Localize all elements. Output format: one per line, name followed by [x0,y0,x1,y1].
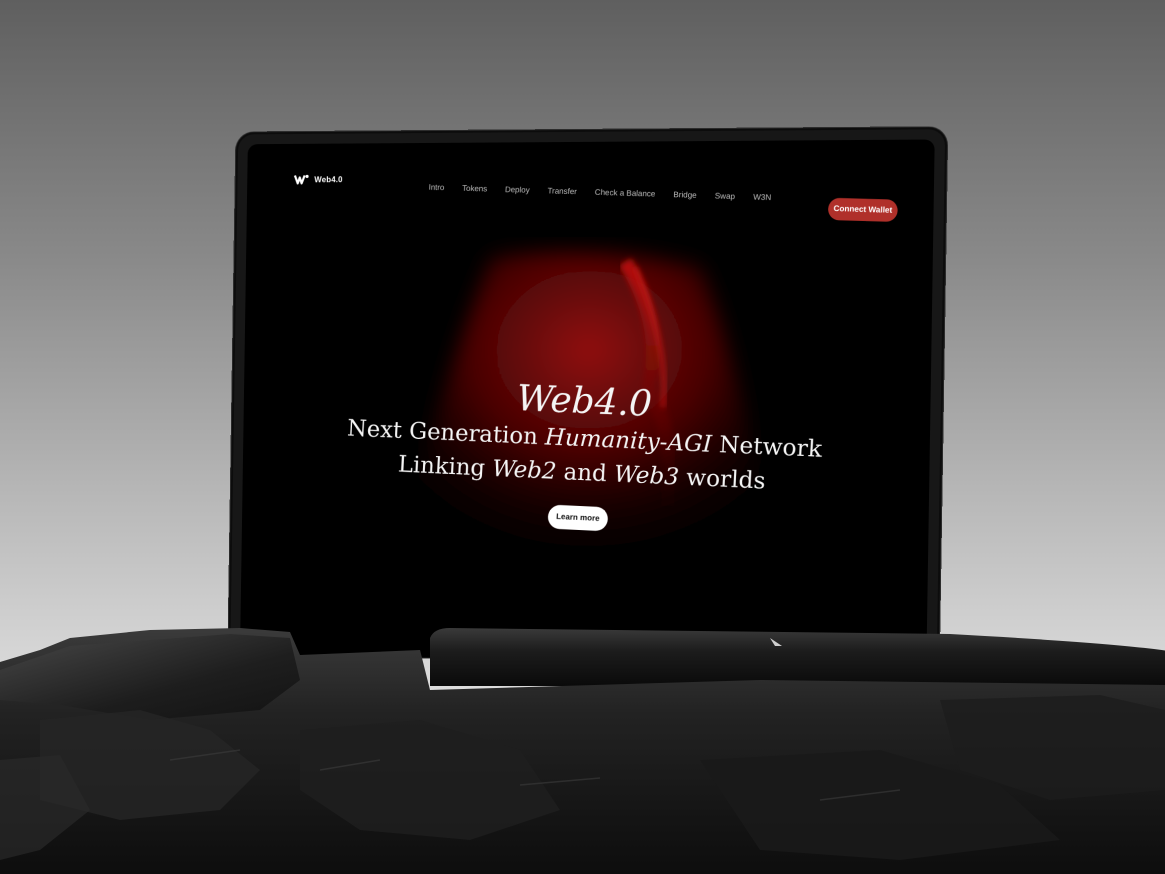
hero-section: Web4.0 Next Generation Humanity-AGI Netw… [240,368,933,547]
nav-menu: Intro Tokens Deploy Transfer Check a Bal… [428,183,789,203]
hero-line2-emphasis-web2: Web2 [491,455,558,485]
hero-line2-emphasis-web3: Web3 [613,461,680,491]
website-screen: Web4.0 Intro Tokens Deploy Transfer Chec… [239,139,935,666]
nav-item-bridge[interactable]: Bridge [673,190,697,200]
hero-line2-mid: and [555,458,615,488]
nav-item-intro[interactable]: Intro [428,183,444,192]
nav-item-transfer[interactable]: Transfer [547,186,577,196]
top-navigation: Web4.0 Intro Tokens Deploy Transfer Chec… [247,139,935,223]
hero-line2-prefix: Linking [397,451,493,482]
learn-more-button[interactable]: Learn more [547,504,609,532]
hero-line1-emphasis: Humanity-AGI [544,424,713,458]
w-logo-icon [294,173,309,185]
connect-wallet-button[interactable]: Connect Wallet [827,197,899,223]
nav-item-tokens[interactable]: Tokens [462,184,487,194]
nav-item-deploy[interactable]: Deploy [505,185,530,195]
hero-line2-suffix: worlds [678,464,767,495]
nav-item-swap[interactable]: Swap [715,191,736,201]
rock-pedestal [0,628,1165,874]
brand-logo[interactable]: Web4.0 [294,173,343,185]
hero-line1-prefix: Next Generation [346,415,546,451]
nav-item-check-balance[interactable]: Check a Balance [595,188,656,199]
laptop-screen-bezel: Web4.0 Intro Tokens Deploy Transfer Chec… [228,127,948,666]
brand-name: Web4.0 [314,174,343,184]
hero-line1-suffix: Network [711,431,823,463]
nav-item-w3n[interactable]: W3N [753,192,771,202]
